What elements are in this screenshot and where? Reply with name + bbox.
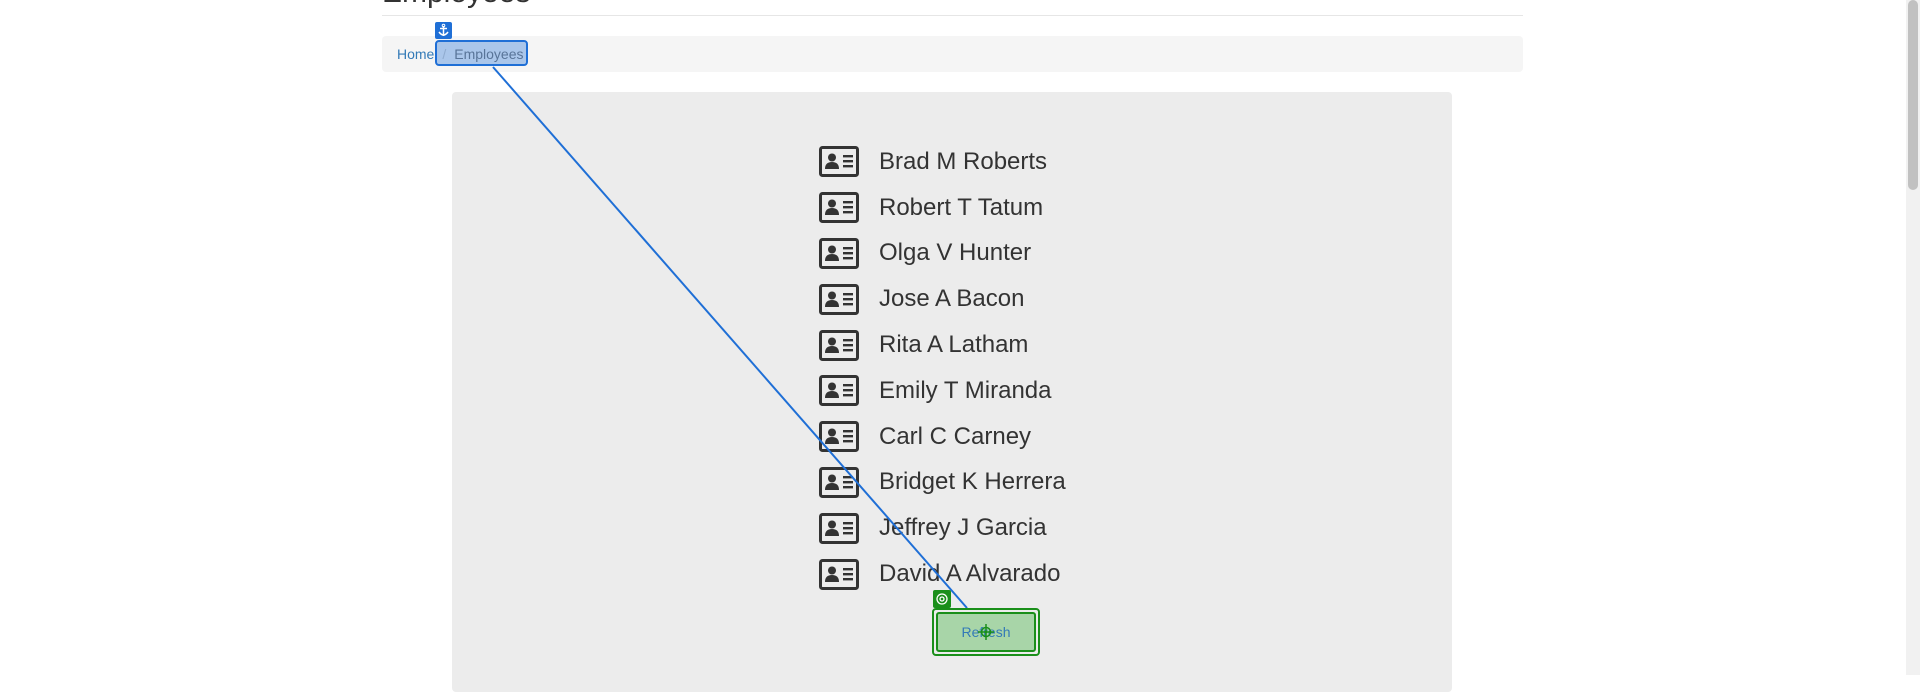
employee-list-item[interactable]: Olga V Hunter (819, 231, 1066, 277)
id-card-icon (819, 466, 859, 498)
breadcrumb: Home / Employees (382, 36, 1523, 72)
employee-name: Brad M Roberts (879, 147, 1048, 175)
id-card-icon (819, 237, 859, 269)
page-header: Employees (382, 0, 1523, 16)
breadcrumb-home-link[interactable]: Home (397, 46, 434, 62)
id-card-icon (819, 283, 859, 315)
page-title: Employees (382, 0, 530, 8)
employee-list: Brad M Roberts Robert T Tatum Olga V Hun… (819, 139, 1066, 597)
employee-list-item[interactable]: Jose A Bacon (819, 276, 1066, 322)
employee-list-item[interactable]: Rita A Latham (819, 322, 1066, 368)
employee-list-item[interactable]: Carl C Carney (819, 414, 1066, 460)
breadcrumb-current: Employees (454, 46, 524, 62)
employee-list-item[interactable]: Bridget K Herrera (819, 460, 1066, 506)
id-card-icon (819, 375, 859, 407)
employee-list-item[interactable]: Brad M Roberts (819, 139, 1066, 185)
employee-name: Jose A Bacon (879, 285, 1025, 313)
id-card-icon (819, 421, 859, 453)
id-card-icon (819, 558, 859, 590)
id-card-icon (819, 512, 859, 544)
scrollbar-thumb[interactable] (1908, 0, 1918, 190)
employee-list-item[interactable]: Robert T Tatum (819, 185, 1066, 231)
employee-list-item[interactable]: Jeffrey J Garcia (819, 505, 1066, 551)
breadcrumb-separator: / (442, 46, 447, 62)
employee-name: Robert T Tatum (879, 193, 1044, 221)
employee-name: Olga V Hunter (879, 239, 1032, 267)
refresh-button[interactable]: Refresh (936, 612, 1036, 652)
id-card-icon (819, 329, 859, 361)
employee-name: Rita A Latham (879, 331, 1029, 359)
employee-name: Carl C Carney (879, 422, 1032, 450)
id-card-icon (819, 146, 859, 178)
employee-name: Bridget K Herrera (879, 468, 1066, 496)
id-card-icon (819, 192, 859, 224)
employee-name: Jeffrey J Garcia (879, 514, 1047, 542)
employee-list-item[interactable]: Emily T Miranda (819, 368, 1066, 414)
employee-name: Emily T Miranda (879, 376, 1052, 404)
employee-list-item[interactable]: David A Alvarado (819, 551, 1066, 597)
vertical-scrollbar[interactable] (1906, 0, 1920, 675)
employee-name: David A Alvarado (879, 560, 1061, 588)
